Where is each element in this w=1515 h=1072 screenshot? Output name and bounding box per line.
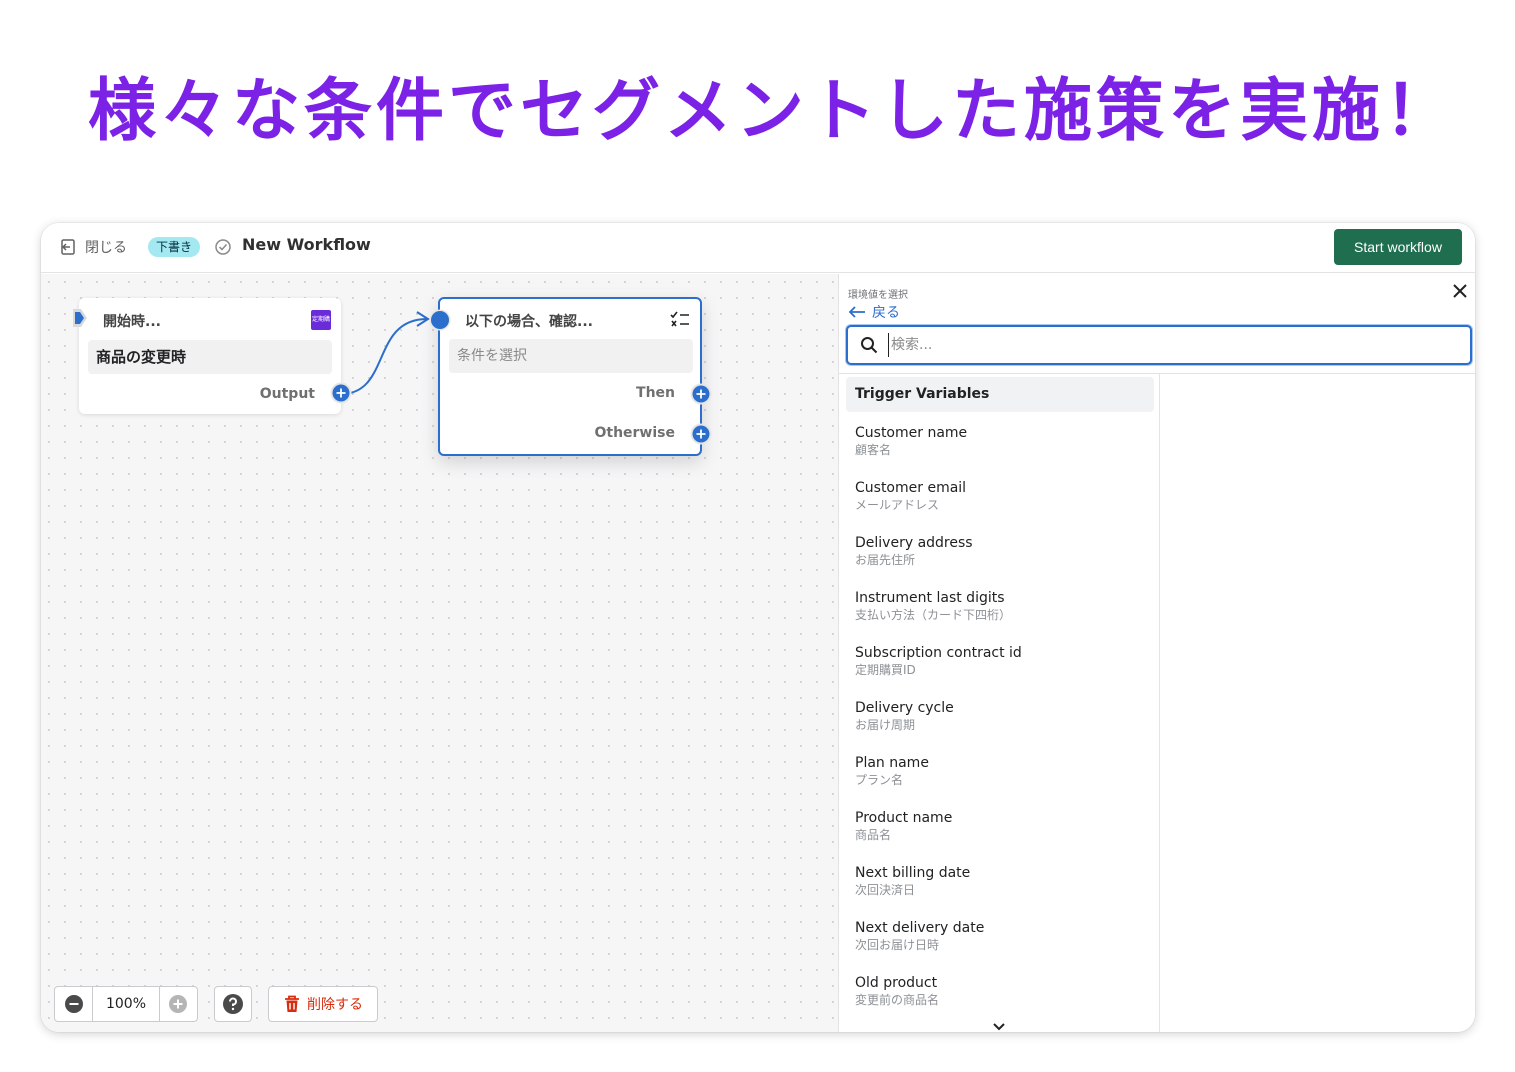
- then-add-port-icon[interactable]: [690, 383, 712, 405]
- workflow-title: New Workflow: [242, 235, 371, 254]
- list-item[interactable]: Next delivery date 次回お届け日時: [846, 919, 1154, 974]
- close-icon[interactable]: [1451, 282, 1469, 300]
- help-button[interactable]: [214, 986, 252, 1022]
- minus-circle-icon: [64, 995, 83, 1013]
- variable-name: Next billing date: [855, 865, 971, 881]
- variable-name: Instrument last digits: [855, 590, 1005, 606]
- close-label: 閉じる: [85, 240, 127, 256]
- workflow-canvas[interactable]: 開始時... 定期購買 商品の変更時 Output 以下の場合、確認... 条件…: [41, 274, 838, 1032]
- checklist-icon: [670, 311, 689, 327]
- output-label: Output: [259, 386, 315, 402]
- variable-description: 次回お届け日時: [855, 938, 940, 952]
- list-item[interactable]: Plan name プラン名: [846, 754, 1154, 809]
- trigger-flag-icon: [73, 309, 87, 327]
- panel-divider: [839, 373, 1475, 374]
- input-port-icon[interactable]: [429, 309, 451, 331]
- question-circle-icon: [223, 994, 243, 1014]
- start-workflow-button[interactable]: Start workflow: [1334, 229, 1462, 265]
- list-item[interactable]: Product name 商品名: [846, 809, 1154, 864]
- page-headline: 様々な条件でセグメントした施策を実施！: [88, 72, 1457, 151]
- trigger-node-header: 開始時...: [103, 314, 161, 330]
- variable-description: プラン名: [855, 773, 904, 787]
- list-item[interactable]: Delivery address お届先住所: [846, 534, 1154, 589]
- list-item[interactable]: Subscription contract id 定期購買ID: [846, 644, 1154, 699]
- condition-select-field[interactable]: 条件を選択: [449, 339, 693, 373]
- variable-name: Delivery cycle: [855, 700, 954, 716]
- then-label: Then: [636, 385, 675, 401]
- condition-node[interactable]: 以下の場合、確認... 条件を選択 Then Otherwise: [429, 297, 712, 456]
- chevron-down-icon[interactable]: [992, 1022, 1006, 1032]
- variable-description: 支払い方法（カード下四桁）: [855, 608, 1012, 622]
- search-input[interactable]: [888, 333, 1448, 357]
- variable-name: Next delivery date: [855, 920, 985, 936]
- check-circle-icon: [215, 239, 231, 255]
- trigger-event-field[interactable]: 商品の変更時: [88, 340, 332, 374]
- delete-button[interactable]: 削除する: [268, 986, 378, 1022]
- search-box[interactable]: [846, 325, 1472, 365]
- list-item[interactable]: Customer email メールアドレス: [846, 479, 1154, 534]
- variable-description: 顧客名: [855, 443, 892, 457]
- list-item[interactable]: Instrument last digits 支払い方法（カード下四桁）: [846, 589, 1154, 644]
- section-header: Trigger Variables: [846, 377, 1154, 412]
- variable-name: Product name: [855, 810, 953, 826]
- plus-circle-icon: [169, 995, 188, 1013]
- close-button[interactable]: 閉じる: [59, 237, 127, 257]
- variable-name: Plan name: [855, 755, 929, 771]
- variable-description: お届け周期: [855, 718, 916, 732]
- otherwise-add-port-icon[interactable]: [690, 423, 712, 445]
- output-add-port-icon[interactable]: [330, 382, 352, 404]
- variable-description: 定期購買ID: [855, 663, 916, 677]
- trash-icon: [285, 995, 299, 1012]
- list-item[interactable]: Delivery cycle お届け周期: [846, 699, 1154, 754]
- zoom-level: 100%: [92, 987, 160, 1021]
- variable-description: 次回決済日: [855, 883, 916, 897]
- otherwise-label: Otherwise: [594, 425, 675, 441]
- zoom-out-button[interactable]: [55, 987, 92, 1021]
- variable-description: 商品名: [855, 828, 892, 842]
- variable-description: メールアドレス: [855, 498, 940, 512]
- variable-name: Customer email: [855, 480, 967, 496]
- variable-name: Old product: [855, 975, 938, 991]
- variable-name: Delivery address: [855, 535, 973, 551]
- delete-label: 削除する: [307, 997, 363, 1013]
- variable-name: Subscription contract id: [855, 645, 1022, 661]
- top-bar: 閉じる 下書き New Workflow Start workflow: [41, 223, 1475, 273]
- zoom-in-button[interactable]: [160, 987, 197, 1021]
- workflow-editor-window: 閉じる 下書き New Workflow Start workflow 開始時.…: [41, 223, 1475, 1032]
- arrow-left-icon: [848, 306, 865, 318]
- list-item[interactable]: Old product 変更前の商品名: [846, 974, 1154, 1029]
- variable-description: 変更前の商品名: [855, 993, 940, 1007]
- panel-caption: 環境値を選択: [848, 290, 908, 301]
- back-label: 戻る: [872, 305, 900, 321]
- list-item[interactable]: Next billing date 次回決済日: [846, 864, 1154, 919]
- variable-name: Customer name: [855, 425, 968, 441]
- search-icon: [861, 337, 878, 354]
- variable-picker-panel: 環境値を選択 戻る Trigger Variables Customer nam…: [838, 274, 1475, 1032]
- zoom-controls: 100%: [54, 986, 198, 1022]
- status-badge: 下書き: [148, 237, 201, 257]
- condition-node-header: 以下の場合、確認...: [465, 314, 593, 330]
- variable-description: お届先住所: [855, 553, 916, 567]
- list-item[interactable]: Customer name 顧客名: [846, 424, 1154, 479]
- app-logo: 定期購買: [311, 310, 331, 330]
- exit-icon: [61, 239, 75, 255]
- trigger-node[interactable]: 開始時... 定期購買 商品の変更時 Output: [73, 298, 352, 414]
- column-divider: [1159, 374, 1160, 1032]
- variable-list: Trigger Variables Customer name 顧客名 Cust…: [846, 377, 1154, 1029]
- back-button[interactable]: 戻る: [848, 302, 900, 322]
